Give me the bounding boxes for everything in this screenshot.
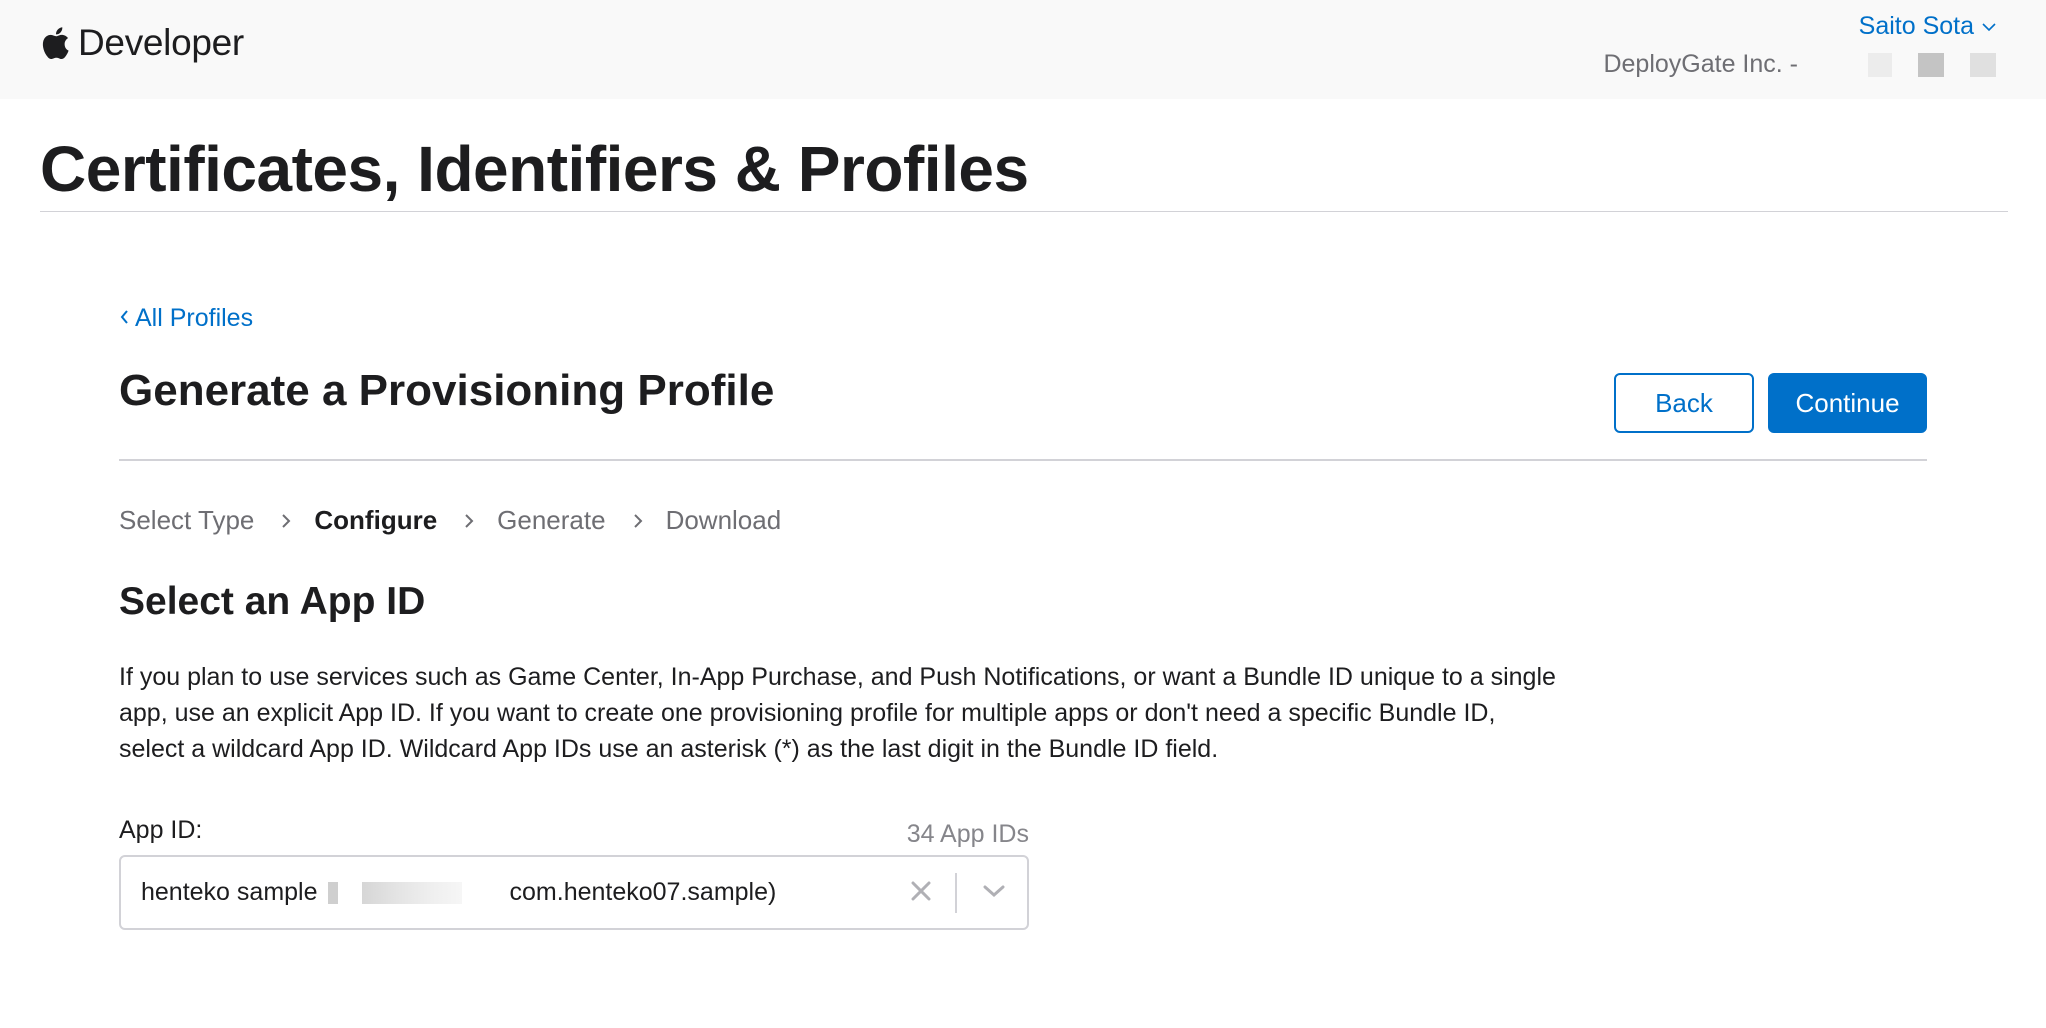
app-id-description: If you plan to use services such as Game…: [119, 663, 1556, 763]
app-id-count: 34 App IDs: [906, 820, 1029, 848]
team-selector[interactable]: DeployGate Inc. -: [1603, 50, 1996, 79]
selected-bundle-id: com.henteko07.sample): [509, 878, 777, 906]
selected-app-name: henteko sample: [141, 878, 318, 906]
section-divider: [119, 459, 1927, 461]
apple-logo-icon: [40, 25, 70, 61]
app-id-selected-value: henteko sample com.henteko07.sample): [141, 857, 776, 928]
team-name: DeployGate Inc. -: [1603, 50, 1798, 78]
chevron-right-icon: [437, 512, 497, 530]
redacted-block: [1918, 52, 1944, 77]
chevron-down-icon: [1982, 22, 1996, 32]
account-name: Saito Sota: [1858, 12, 1974, 40]
app-id-label: App ID:: [119, 816, 203, 844]
developer-brand-link[interactable]: Developer: [40, 22, 244, 64]
redacted-block: [361, 881, 462, 904]
breadcrumb-label: All Profiles: [135, 304, 254, 332]
step-download: Download: [665, 505, 782, 535]
account-menu[interactable]: Saito Sota: [1859, 12, 1996, 41]
redacted-block: [1868, 52, 1892, 77]
step-indicator: Select Type Configure Generate Download: [119, 505, 781, 536]
page-title: Certificates, Identifiers & Profiles: [40, 133, 1029, 205]
app-id-select[interactable]: henteko sample com.henteko07.sample): [119, 855, 1029, 930]
continue-button[interactable]: Continue: [1768, 373, 1927, 433]
redacted-block: [1970, 52, 1996, 77]
global-header: Developer Saito Sota DeployGate Inc. -: [0, 0, 2046, 99]
select-app-id-title: Select an App ID: [119, 580, 426, 623]
breadcrumb-all-profiles[interactable]: All Profiles: [119, 304, 253, 333]
back-button[interactable]: Back: [1614, 373, 1754, 433]
step-configure: Configure: [314, 505, 438, 535]
chevron-right-icon: [606, 512, 666, 530]
redacted-block: [327, 881, 338, 904]
step-select-type: Select Type: [119, 505, 255, 535]
close-icon: [910, 880, 932, 907]
chevron-right-icon: [254, 512, 314, 530]
chevron-left-icon: [119, 304, 129, 333]
chevron-down-icon: [982, 884, 1006, 903]
brand-text: Developer: [78, 22, 244, 63]
dropdown-toggle-button[interactable]: [969, 875, 1019, 911]
clear-selection-button[interactable]: [903, 875, 939, 911]
step-generate: Generate: [497, 505, 606, 535]
section-title: Generate a Provisioning Profile: [119, 366, 775, 415]
select-divider: [955, 873, 957, 913]
title-divider: [40, 211, 2008, 212]
